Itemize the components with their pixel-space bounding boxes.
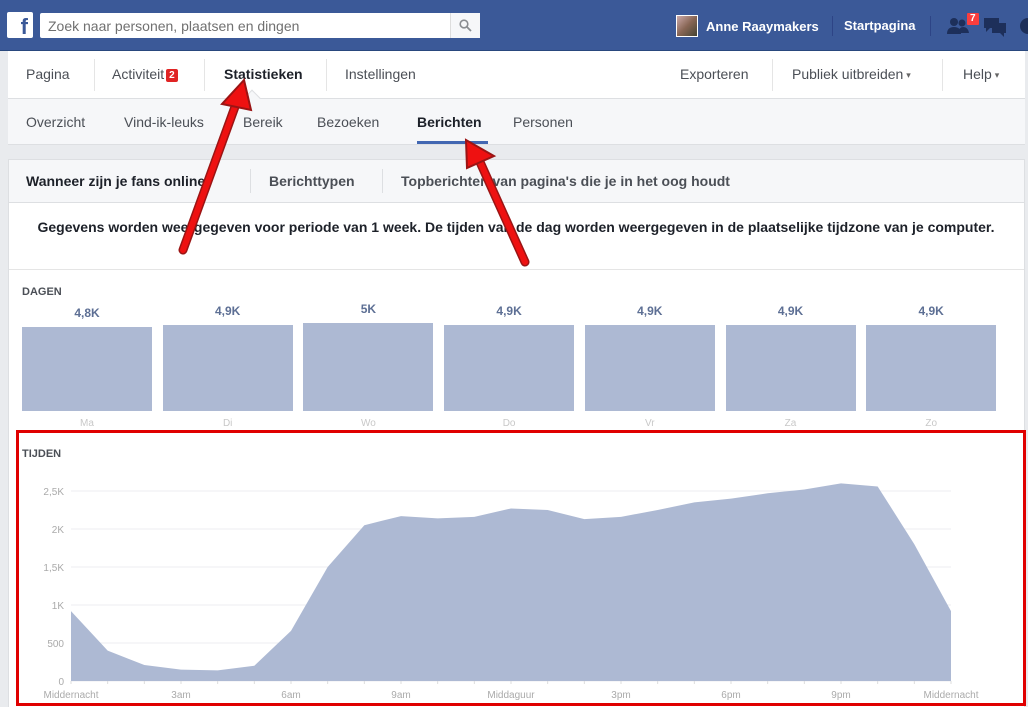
annotation-highlight-box [16,430,1026,706]
